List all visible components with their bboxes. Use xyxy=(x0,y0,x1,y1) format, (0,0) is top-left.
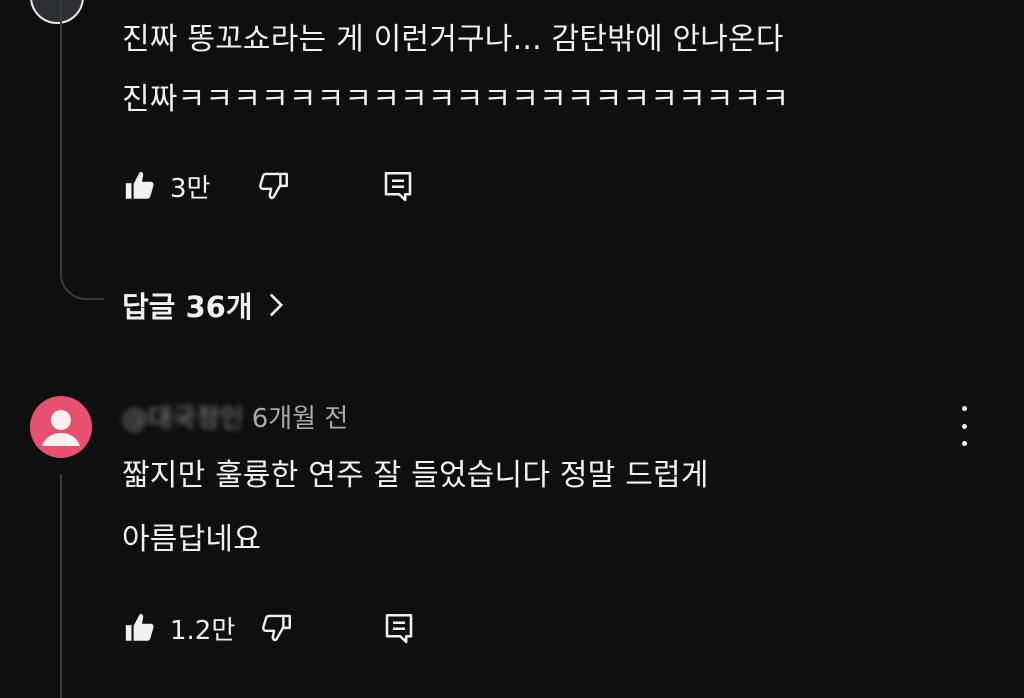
channel-handle[interactable]: @대국정인 xyxy=(122,398,244,435)
comment-text-line: 진짜ㅋㅋㅋㅋㅋㅋㅋㅋㅋㅋㅋㅋㅋㅋㅋㅋㅋㅋㅋㅋㅋㅋ xyxy=(122,82,790,117)
more-vertical-icon xyxy=(961,406,967,411)
thumbs-up-icon[interactable] xyxy=(122,611,158,645)
comment-text-line: 아름답네요 xyxy=(122,522,261,557)
default-user-avatar-icon xyxy=(42,410,80,446)
chevron-right-icon xyxy=(267,292,285,318)
comment-actions: 3만 xyxy=(122,166,416,206)
reply-comment-icon[interactable] xyxy=(380,168,416,204)
more-options-button[interactable] xyxy=(950,406,978,446)
comment-actions: 1.2만 xyxy=(122,608,417,648)
like-count: 3만 xyxy=(170,173,211,204)
thumbs-down-icon[interactable] xyxy=(256,169,292,203)
thread-line xyxy=(60,474,62,698)
thread-connector xyxy=(60,248,104,300)
avatar[interactable] xyxy=(30,0,84,24)
replies-count-label: 답글 36개 xyxy=(122,290,253,324)
view-replies-link[interactable]: 답글 36개 xyxy=(122,284,285,326)
reply-comment-icon[interactable] xyxy=(381,610,417,646)
comment-meta: @대국정인 6개월 전 xyxy=(122,398,348,435)
thread-line xyxy=(60,0,62,262)
comment-text-line: 짧지만 훌륭한 연주 잘 들었습니다 정말 드럽게 xyxy=(122,458,709,493)
comment-timestamp[interactable]: 6개월 전 xyxy=(252,398,349,435)
like-count: 1.2만 xyxy=(170,615,236,646)
comment-text-line: 진짜 똥꼬쇼라는 게 이런거구나... 감탄밖에 안나온다 xyxy=(122,22,784,57)
thumbs-up-icon[interactable] xyxy=(122,169,158,203)
avatar[interactable] xyxy=(30,396,92,458)
thumbs-down-icon[interactable] xyxy=(259,611,295,645)
